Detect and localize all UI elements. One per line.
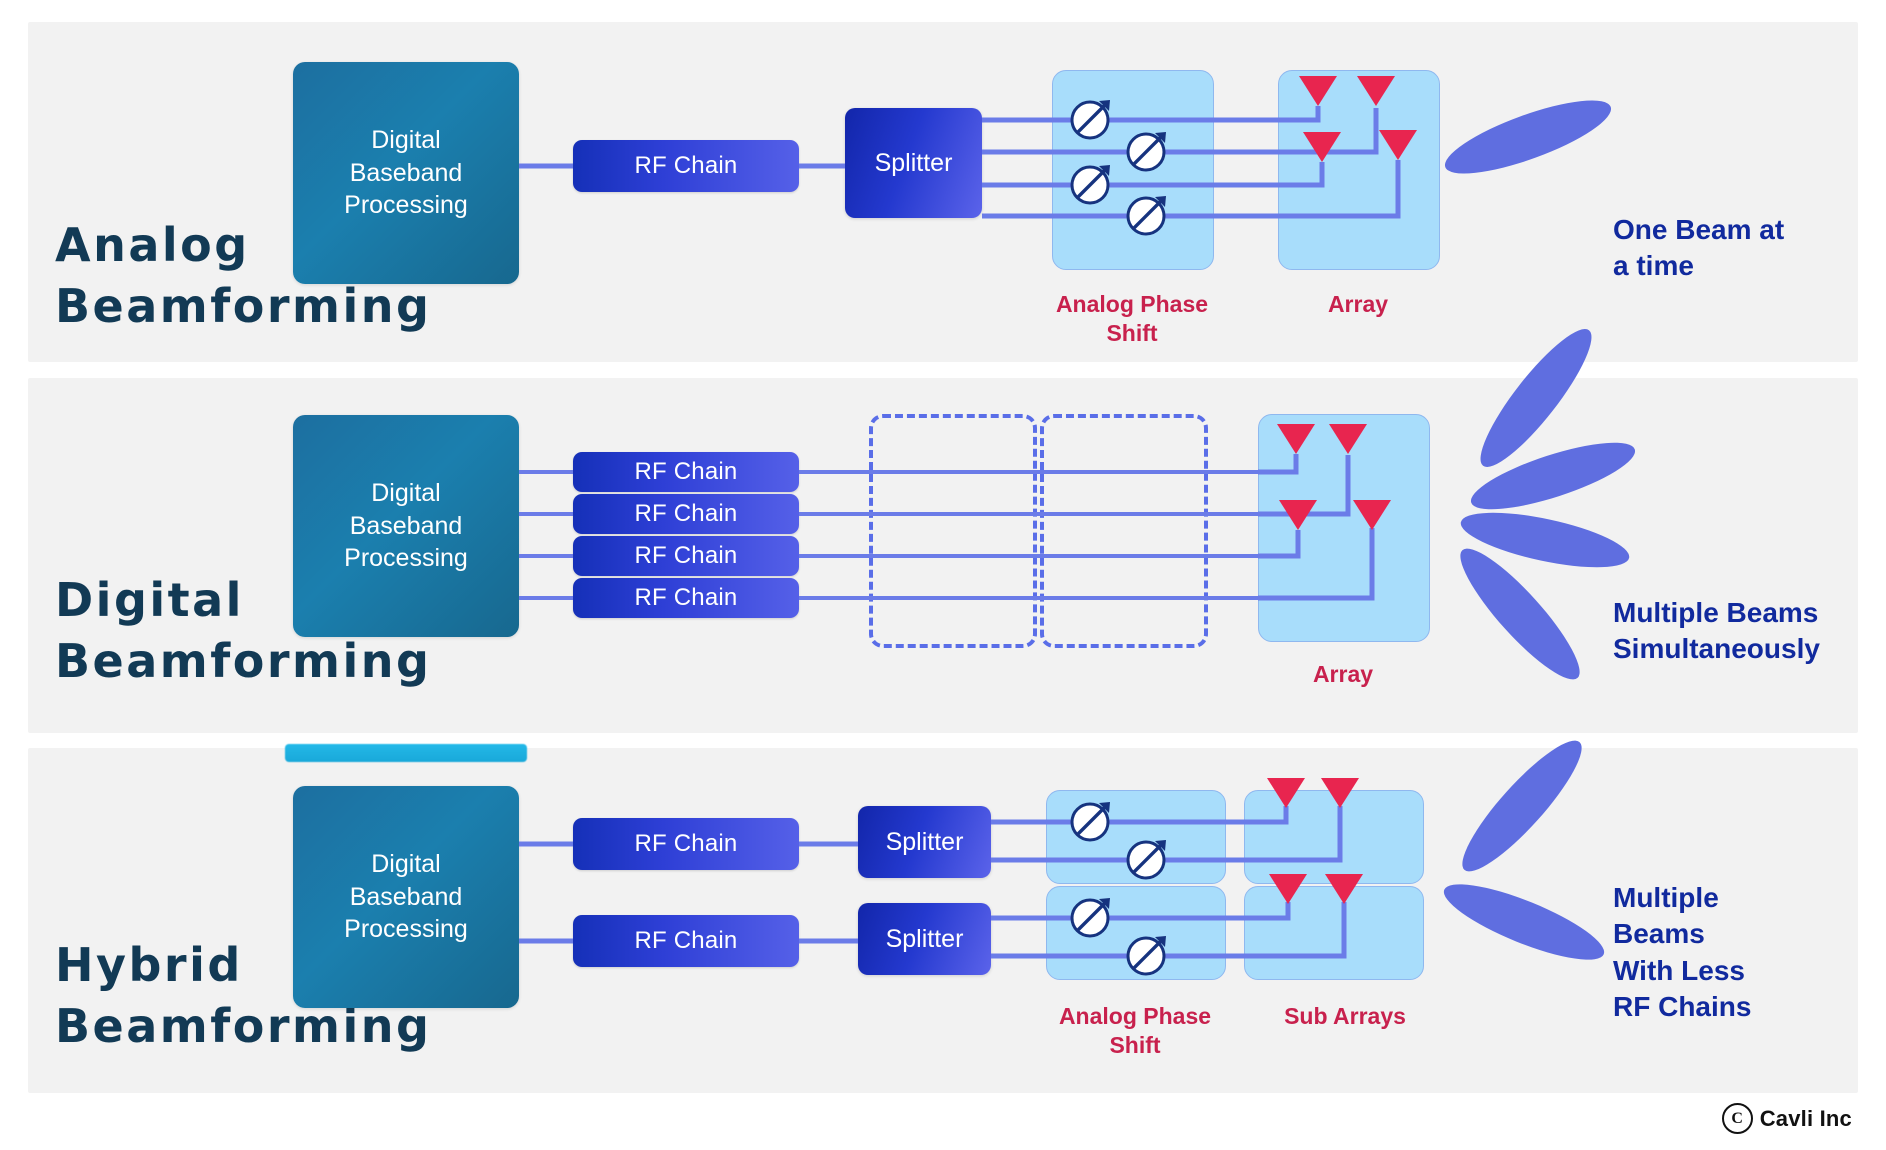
rf-chain-hybrid-1: RF Chain	[573, 818, 799, 870]
analog-phase-shift-box	[1052, 70, 1214, 270]
caption-analog-phase-shift: Analog Phase Shift	[1055, 291, 1209, 346]
callout-digital: Multiple Beams Simultaneously	[1613, 597, 1820, 665]
cyan-accent-strip	[285, 744, 527, 762]
splitter-hybrid-1: Splitter	[858, 806, 991, 878]
sub-array-box-2	[1244, 886, 1424, 980]
caption-sub-arrays: Sub Arrays	[1284, 1003, 1406, 1029]
analog-phase-shift-box-hybrid-1	[1046, 790, 1226, 884]
company-name: Cavli Inc	[1759, 1105, 1852, 1131]
antenna-array-box-digital	[1258, 414, 1430, 642]
rf-chain-digital-2: RF Chain	[573, 494, 799, 534]
dashed-placeholder-box-2	[1040, 414, 1208, 648]
callout-analog: One Beam at a time	[1613, 214, 1785, 282]
rf-chain-analog-1: RF Chain	[573, 140, 799, 192]
caption-array-digital: Array	[1312, 661, 1374, 687]
rf-chain-digital-4: RF Chain	[573, 578, 799, 618]
digital-baseband-processing-digital: Digital Baseband Processing	[293, 415, 519, 637]
rf-chain-digital-3: RF Chain	[573, 536, 799, 576]
caption-array-analog: Array	[1327, 291, 1389, 317]
diagram-canvas: Analog Beamforming Digital Beamforming H…	[0, 0, 1886, 1150]
caption-analog-phase-shift-hybrid: Analog Phase Shift	[1058, 1003, 1212, 1058]
footer-logo: C Cavli Inc	[1721, 1103, 1852, 1134]
callout-hybrid: Multiple Beams With Less RF Chains	[1613, 882, 1752, 1023]
digital-baseband-processing-hybrid: Digital Baseband Processing	[293, 786, 519, 1008]
rf-chain-digital-1: RF Chain	[573, 452, 799, 492]
rf-chain-hybrid-2: RF Chain	[573, 915, 799, 967]
sub-array-box-1	[1244, 790, 1424, 884]
analog-phase-shift-box-hybrid-2	[1046, 886, 1226, 980]
splitter-analog: Splitter	[845, 108, 982, 218]
splitter-hybrid-2: Splitter	[858, 903, 991, 975]
antenna-array-box-analog	[1278, 70, 1440, 270]
copyright-icon: C	[1721, 1103, 1753, 1134]
digital-baseband-processing-analog: Digital Baseband Processing	[293, 62, 519, 284]
dashed-placeholder-box-1	[869, 414, 1037, 648]
